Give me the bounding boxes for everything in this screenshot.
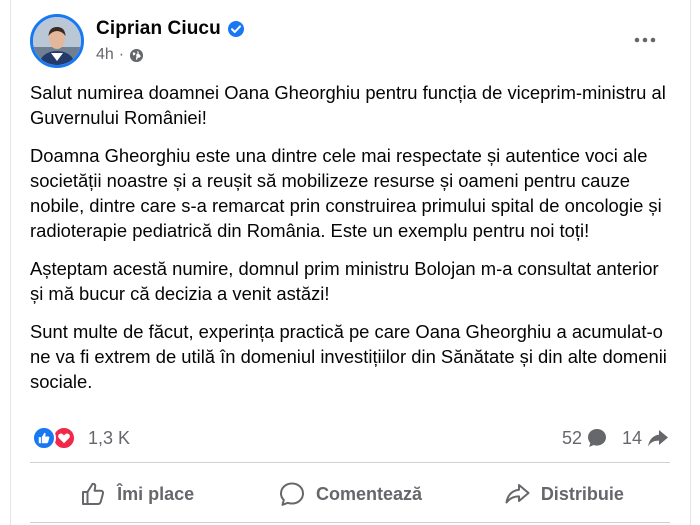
comment-count[interactable]: 52 [562,427,608,449]
share-count[interactable]: 14 [622,427,670,449]
globe-icon[interactable] [129,48,144,63]
post-header: Ciprian Ciucu 4h · [30,14,670,70]
share-icon [505,484,530,504]
like-button[interactable]: Îmi place [30,472,243,516]
author-name[interactable]: Ciprian Ciucu [96,18,221,40]
bottom-divider [30,522,670,523]
share-button[interactable]: Distribuie [457,472,670,516]
comment-icon [279,482,304,506]
meta-separator: · [118,46,125,63]
share-count-value: 14 [621,427,642,448]
action-bar: Îmi place Comentează Distribuie [30,472,670,516]
comment-label: Comentează [315,483,422,504]
comment-bubble-icon [587,429,606,447]
thumbs-up-icon [82,482,105,505]
share-label: Distribuie [540,483,624,504]
post-paragraph: Salut numirea doamnei Oana Gheorghiu pen… [30,82,666,128]
comment-button[interactable]: Comentează [243,472,456,516]
more-options-icon[interactable] [632,30,658,50]
author-avatar[interactable] [30,14,84,68]
post-paragraph: Doamna Gheorghiu este una dintre cele ma… [30,145,662,241]
reaction-icons[interactable] [32,426,76,450]
reaction-count[interactable]: 1,3 K [88,428,130,449]
post-timestamp[interactable]: 4h [96,46,114,64]
reactions-bar: 1,3 K 52 14 [30,426,670,452]
like-label: Îmi place [117,483,195,504]
like-reaction-icon [32,426,56,450]
verified-badge-icon [227,20,245,38]
post-paragraph: Așteptam acestă numire, domnul prim mini… [30,258,659,304]
share-arrow-icon [648,430,668,447]
comment-count-value: 52 [561,427,582,448]
post-paragraph: Sunt multe de făcut, experința practică … [30,321,667,392]
divider [30,462,670,463]
post-body: Salut numirea doamnei Oana Gheorghiu pen… [30,80,670,407]
